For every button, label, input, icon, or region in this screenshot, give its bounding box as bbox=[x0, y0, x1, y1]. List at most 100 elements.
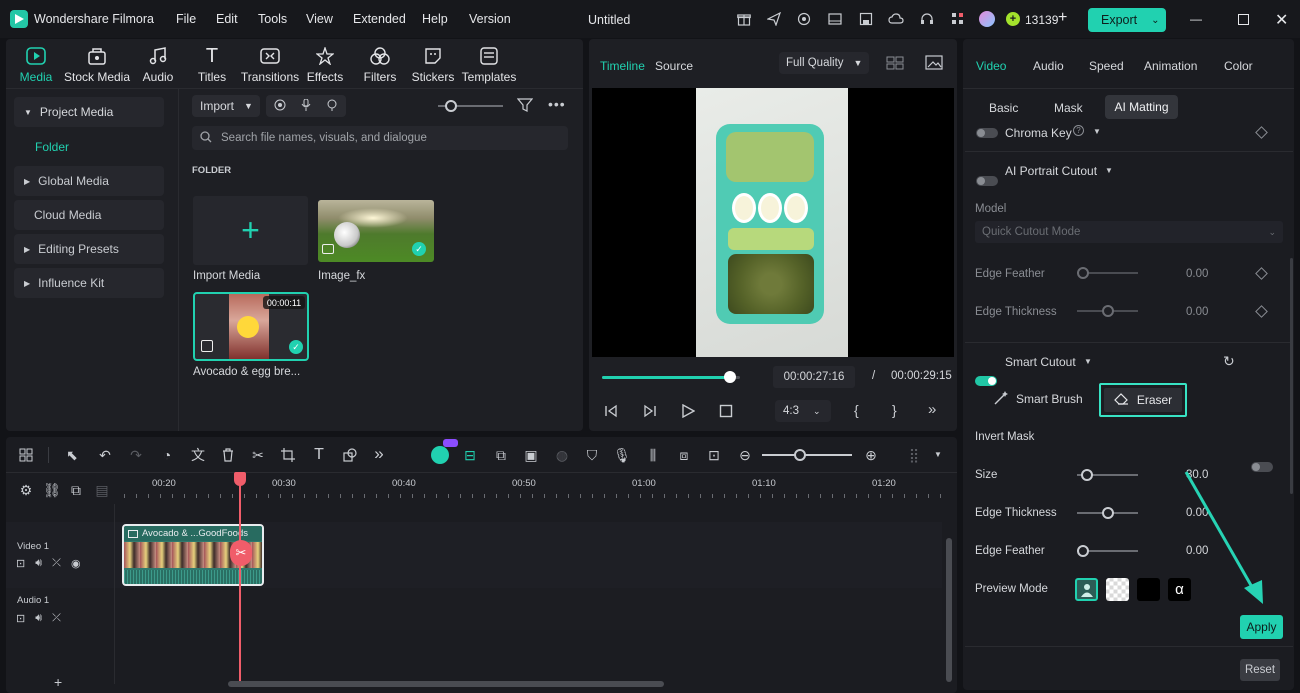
subtab-ai-matting[interactable]: AI Matting bbox=[1105, 95, 1178, 119]
stop-icon[interactable] bbox=[719, 404, 733, 421]
menu-help[interactable]: Help bbox=[422, 12, 448, 26]
tool-transitions[interactable]: Transitions bbox=[240, 46, 300, 84]
slider-knob[interactable] bbox=[1102, 305, 1114, 317]
volume-icon[interactable]: 🔊︎ bbox=[35, 557, 42, 570]
avatar[interactable] bbox=[979, 11, 995, 27]
zoom-in-icon[interactable]: ⊕ bbox=[861, 445, 881, 465]
link-icon[interactable]: ⛓ bbox=[42, 480, 62, 500]
more-tools-icon[interactable]: » bbox=[369, 444, 389, 464]
preview-mode-transparent[interactable] bbox=[1106, 578, 1129, 601]
timeline-v-scrollbar[interactable] bbox=[946, 538, 952, 682]
microphone-icon[interactable]: 🎙︎ bbox=[612, 445, 632, 465]
export-button[interactable]: Export ⌄ bbox=[1088, 8, 1166, 32]
edge-thickness-value[interactable]: 0.00 bbox=[1186, 306, 1208, 318]
edge-feather-value[interactable]: 0.00 bbox=[1186, 268, 1208, 280]
playhead-handle[interactable] bbox=[234, 472, 246, 486]
minimize-icon[interactable]: — bbox=[1190, 12, 1202, 26]
menu-view[interactable]: View bbox=[306, 12, 333, 26]
timeline-h-scrollbar[interactable] bbox=[228, 681, 664, 687]
tool-media[interactable]: Media bbox=[18, 46, 54, 84]
fit-icon[interactable]: ⊡ bbox=[704, 445, 724, 465]
tool-stickers[interactable]: Stickers bbox=[411, 46, 455, 84]
import-dropdown[interactable]: Import ▼ bbox=[192, 95, 260, 117]
ai-robot-icon[interactable] bbox=[431, 446, 449, 464]
zoom-out-icon[interactable]: ⊖ bbox=[735, 445, 755, 465]
scissors-icon[interactable]: ✂ bbox=[248, 445, 268, 465]
crop-icon[interactable] bbox=[278, 445, 298, 465]
track-link-icon[interactable]: ⧉ bbox=[66, 480, 86, 500]
layout-grid-icon[interactable] bbox=[16, 445, 36, 465]
translate-icon[interactable]: 文 bbox=[188, 445, 208, 465]
mixer-icon[interactable]: ⫼ bbox=[643, 445, 663, 465]
sidebar-item-project-media[interactable]: ▼ Project Media bbox=[14, 97, 164, 127]
tab-audio[interactable]: Audio bbox=[1033, 59, 1064, 73]
tool-audio[interactable]: Audio bbox=[140, 46, 176, 84]
eraser-button[interactable]: Eraser bbox=[1104, 388, 1182, 412]
tab-source[interactable]: Source bbox=[655, 59, 693, 73]
tab-animation[interactable]: Animation bbox=[1144, 59, 1197, 73]
lock-icon[interactable]: ⊡ bbox=[16, 557, 25, 570]
menu-edit[interactable]: Edit bbox=[216, 12, 238, 26]
prev-frame-icon[interactable] bbox=[604, 404, 618, 421]
help-icon[interactable]: ? bbox=[1073, 125, 1084, 136]
chroma-key-toggle[interactable] bbox=[976, 128, 998, 138]
tool-stock-media[interactable]: Stock Media bbox=[62, 46, 132, 84]
zoom-knob[interactable] bbox=[794, 449, 806, 461]
sidebar-item-global-media[interactable]: ▶ Global Media bbox=[14, 166, 164, 196]
menu-file[interactable]: File bbox=[176, 12, 196, 26]
community-icon[interactable] bbox=[795, 10, 813, 28]
reset-button[interactable]: Reset bbox=[1240, 659, 1280, 681]
eye-icon[interactable]: ◉ bbox=[71, 557, 81, 570]
grid-view-icon[interactable] bbox=[886, 56, 904, 73]
audio-stretch-icon[interactable]: ◍ bbox=[552, 445, 572, 465]
caret-down-icon[interactable]: ▼ bbox=[1084, 357, 1092, 366]
select-tool-icon[interactable]: ⬉ bbox=[62, 445, 82, 465]
replace-icon[interactable]: ⧈ bbox=[674, 445, 694, 465]
redo-icon[interactable]: ↷ bbox=[126, 445, 146, 465]
delete-icon[interactable] bbox=[218, 445, 238, 465]
voiceover-icon[interactable] bbox=[326, 99, 338, 114]
tool-titles[interactable]: T Titles bbox=[194, 45, 230, 85]
gift-icon[interactable] bbox=[735, 10, 753, 28]
slider-knob[interactable] bbox=[1077, 545, 1089, 557]
caret-down-icon[interactable]: ▼ bbox=[934, 450, 942, 459]
shape-icon[interactable] bbox=[340, 445, 360, 465]
model-dropdown[interactable]: Quick Cutout Mode ⌄ bbox=[975, 221, 1283, 243]
image-fx-thumbnail[interactable]: ✓ bbox=[318, 200, 434, 262]
quality-dropdown[interactable]: Full Quality ▼ bbox=[779, 52, 869, 74]
sidebar-item-folder[interactable]: Folder bbox=[35, 140, 69, 154]
apply-button[interactable]: Apply bbox=[1240, 615, 1283, 639]
avocado-video-tile[interactable]: 00:00:11 ✓ bbox=[193, 292, 309, 361]
export-clip-icon[interactable]: ⧉ bbox=[491, 445, 511, 465]
more-icon[interactable]: ••• bbox=[548, 96, 566, 112]
inspector-scrollbar[interactable] bbox=[1290, 258, 1293, 494]
preview-mode-black[interactable] bbox=[1137, 578, 1160, 601]
volume-icon[interactable]: 🔊︎ bbox=[35, 612, 42, 625]
preview-viewport[interactable] bbox=[592, 88, 954, 357]
microphone-icon[interactable] bbox=[301, 98, 311, 114]
slider-knob[interactable] bbox=[1077, 267, 1089, 279]
tool-templates[interactable]: Templates bbox=[461, 46, 517, 84]
mark-out-icon[interactable]: } bbox=[892, 402, 897, 418]
play-icon[interactable] bbox=[681, 403, 696, 421]
menu-extended[interactable]: Extended bbox=[353, 12, 406, 26]
snapshot-icon[interactable] bbox=[925, 55, 943, 73]
tool-filters[interactable]: Filters bbox=[362, 46, 398, 84]
text-icon[interactable]: T bbox=[309, 445, 329, 465]
close-icon[interactable]: ✕ bbox=[1275, 10, 1288, 30]
settings-icon[interactable]: ⚙ bbox=[16, 480, 36, 500]
aspect-ratio-dropdown[interactable]: 4:3 ⌄ bbox=[775, 400, 831, 422]
record-icon[interactable] bbox=[274, 99, 286, 114]
add-credits-icon[interactable]: + bbox=[1058, 9, 1067, 27]
smart-brush-button[interactable]: Smart Brush bbox=[1016, 392, 1083, 406]
track-settings-icon[interactable]: ⣿ bbox=[904, 445, 924, 465]
tab-color[interactable]: Color bbox=[1224, 59, 1253, 73]
apps-grid-icon[interactable] bbox=[949, 10, 967, 28]
tab-video[interactable]: Video bbox=[976, 59, 1006, 73]
smart-cutout-toggle[interactable] bbox=[975, 376, 997, 386]
menu-tools[interactable]: Tools bbox=[258, 12, 287, 26]
subtab-basic[interactable]: Basic bbox=[989, 101, 1018, 115]
speed-icon[interactable]: ◔ bbox=[157, 445, 177, 465]
sidebar-item-editing-presets[interactable]: ▶ Editing Presets bbox=[14, 234, 164, 264]
maximize-icon[interactable] bbox=[1238, 14, 1249, 25]
